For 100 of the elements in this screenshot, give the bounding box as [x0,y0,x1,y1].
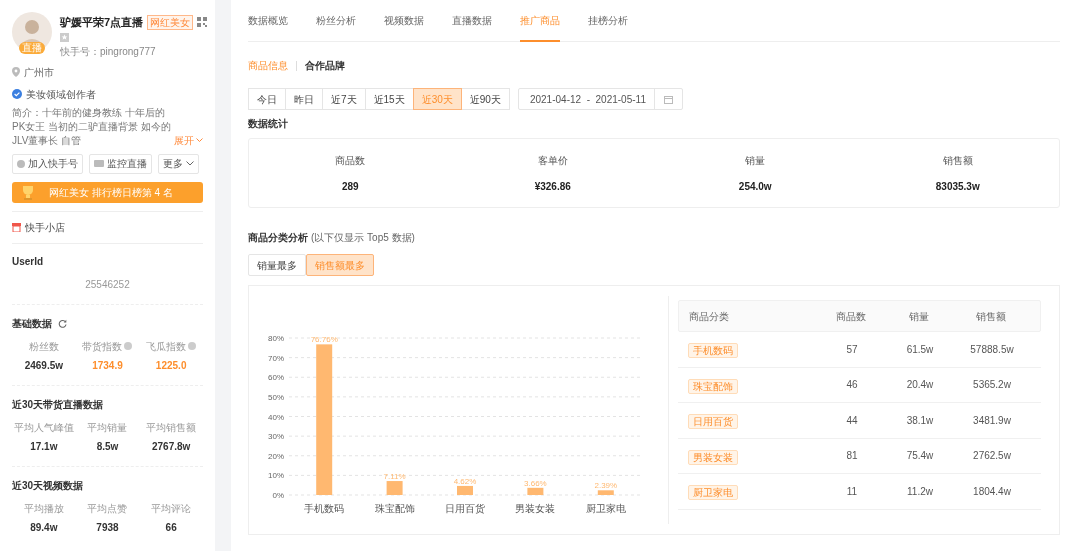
axis-tick-label: 20% [268,451,284,461]
category-label: 厨卫家电 [585,503,626,514]
stat-label: 客单价 [536,153,569,168]
refresh-icon[interactable] [58,318,67,328]
verified-icon [12,89,22,99]
axis-tick-label: 80% [268,334,284,343]
table-cell-text: 57888.5w [969,342,1015,357]
table-cell-text: 38.1w [905,413,935,428]
section-title: 近30天带货直播数据 [12,397,104,412]
category-label: 珠宝配饰 [374,503,415,514]
stat-value: 2767.8w [150,439,192,454]
chart-bar [597,490,614,495]
stat-label: 平均评论 [151,501,192,516]
table-cell-text: 11 [845,484,859,499]
stat-value: 8.5w [95,439,120,454]
nav-tab[interactable]: 视频数据 [384,0,424,42]
stat-label: 平均销量 [87,420,128,435]
stat-label: 商品数 [334,153,367,168]
table-cell-text: 61.5w [905,342,935,357]
sub-tab[interactable]: 合作品牌 [305,58,345,73]
chart-bar [457,485,473,495]
category-tag: 珠宝配饰 [688,378,738,394]
category-tag: 厨卫家电 [688,485,738,501]
stat-label: 带货指数 [82,339,123,354]
account-id: 快手号：pingrong777 [60,44,157,59]
table-cell-text: 46 [845,378,859,393]
category-label: 手机数码 [304,503,345,514]
axis-tick-label: 10% [268,471,284,481]
date-range-field[interactable]: 2021-04-12 - 2021-05-11 [517,88,683,110]
category-tag: 手机数码 [688,343,738,359]
stat-label: 平均点赞 [87,501,128,516]
stat-label: 平均人气峰值 [13,420,74,435]
axis-tick-label: 40% [268,412,284,422]
qr-code-icon[interactable] [197,17,208,28]
stat-value: 66 [164,520,178,535]
trophy-icon [21,184,35,200]
action-button[interactable]: 更多 [158,153,199,174]
axis-tick-label: 0% [272,491,284,500]
nav-tab[interactable]: 粉丝分析 [316,0,356,42]
column-header: 商品数 [835,309,867,324]
axis-tick-label: 50% [268,392,284,402]
live-badge: 直播 [19,42,45,54]
column-header: 商品分类 [689,309,730,324]
streamer-name: 驴媛平荣7点直播 [60,15,144,30]
stat-value: 289 [340,179,360,194]
creator-label: 美妆领域创作者 [26,87,96,102]
bar-value-label: 2.39% [594,481,618,491]
category-tag: 网红美女 [147,14,194,30]
range-button[interactable]: 近90天 [460,88,510,110]
stat-label: 飞瓜指数 [146,339,187,354]
chevron-down-icon [186,161,194,166]
table-cell-text: 1804.4w [972,484,1012,499]
section-title: 商品分类分析 [248,231,308,245]
circle-icon [17,159,25,168]
stat-value: 17.1w [29,439,59,454]
star-badge-icon [60,32,69,42]
nav-tab[interactable]: 挂榜分析 [588,0,628,42]
action-button[interactable]: 监控直播 [89,153,152,174]
stat-label: 平均播放 [23,501,64,516]
axis-tick-label: 70% [268,353,284,363]
section-title: UserId [12,254,45,269]
table-cell-text: 44 [845,413,859,428]
calendar-icon [663,94,673,104]
axis-tick-label: 30% [268,432,284,442]
chart-bar [386,481,403,495]
section-title: 基础数据 [12,316,52,331]
userid-value: 25546252 [84,277,131,292]
stat-value: 89.4w [29,520,59,535]
rank-text: 网红美女 排行榜日榜第 4 名 [49,185,173,200]
column-header: 销量 [908,309,930,324]
action-button[interactable]: 加入快手号 [12,153,83,174]
column-header: 销售额 [975,309,1007,324]
stat-value: 83035.3w [934,179,981,194]
section-note: (以下仅显示 Top5 数据) [311,231,415,245]
stat-value: 7938 [95,520,120,535]
range-button[interactable]: 近15天 [364,88,414,110]
sort-toggle[interactable]: 销量最多 [248,254,306,276]
table-cell-text: 11.2w [906,484,934,499]
range-button[interactable]: 今日 [248,88,286,110]
category-tag: 男装女装 [688,449,738,465]
intro-text: 简介：十年前的健身教练 十年后的PK女王 当初的二驴直播背景 如今的JLV董事长 自管 [12,105,172,148]
bar-value-label: 3.66% [524,478,547,488]
table-cell-text: 81 [845,449,859,464]
nav-tab[interactable]: 数据概览 [248,0,288,42]
stat-label: 粉丝数 [28,339,59,354]
range-button[interactable]: 昨日 [285,88,323,110]
bar-value-label: 76.76% [310,335,338,345]
bar-value-label: 7.11% [383,472,406,482]
stat-value: 254.0w [737,179,773,194]
shop-link[interactable]: 快手小店 [25,219,65,235]
nav-tab[interactable]: 直播数据 [452,0,492,42]
table-cell-text: 5365.2w [972,378,1012,393]
chevron-down-icon [196,138,203,143]
table-cell-text: 75.4w [905,449,935,464]
stat-value: 1225.0 [154,358,188,373]
range-button[interactable]: 近7天 [322,88,366,110]
category-label: 日用百货 [445,503,485,514]
chart-bar [527,487,544,495]
stat-value: 1734.9 [91,358,124,373]
category-label: 男装女装 [515,503,556,514]
